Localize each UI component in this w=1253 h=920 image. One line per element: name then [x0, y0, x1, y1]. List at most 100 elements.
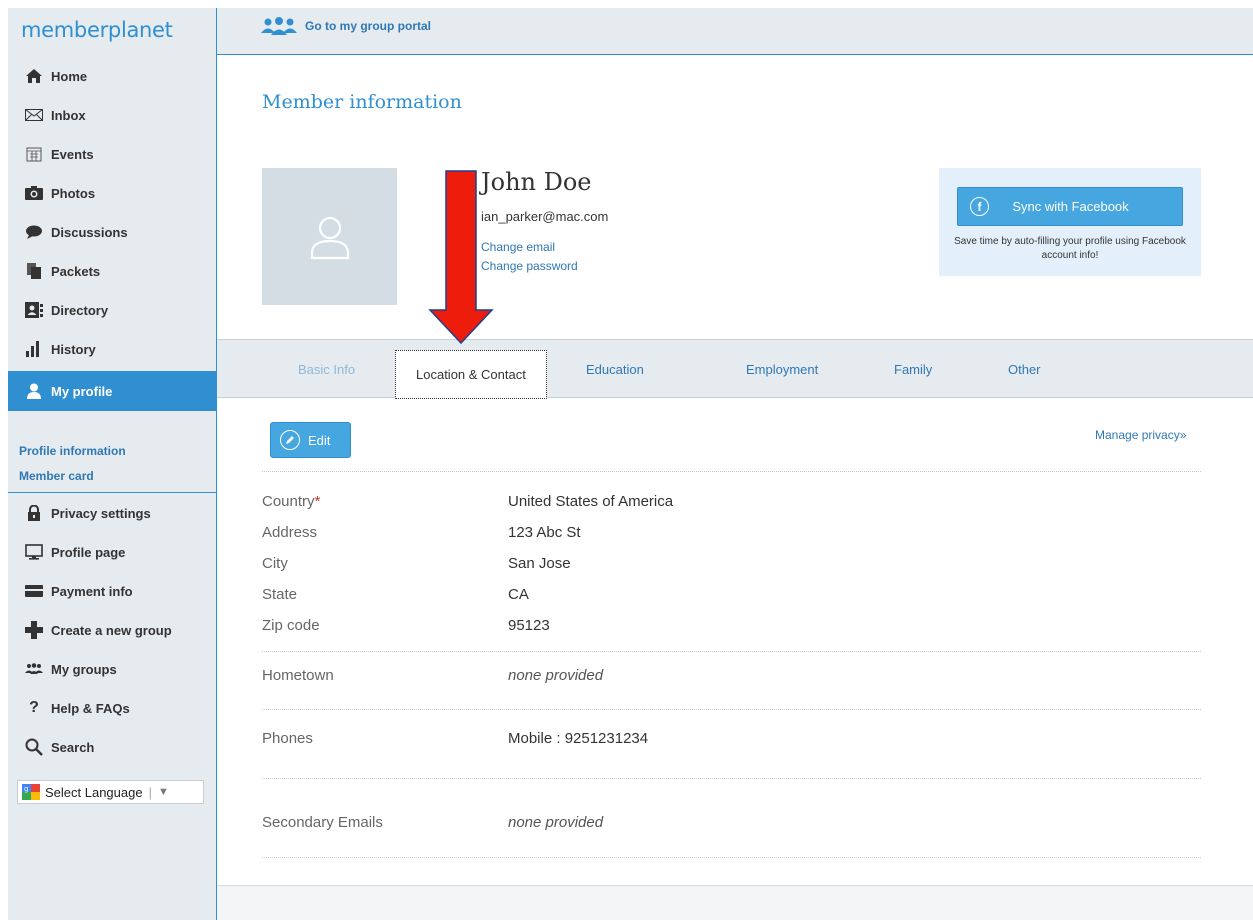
group-portal-link[interactable]: Go to my group portal — [261, 17, 431, 35]
search-icon — [23, 738, 45, 756]
sidebar-item-inbox[interactable]: Inbox — [8, 96, 216, 134]
sidebar-item-payment-info[interactable]: Payment info — [8, 572, 216, 610]
phones-value: Mobile : 9251231234 — [508, 730, 649, 747]
contact-card-icon — [23, 301, 45, 319]
sidebar-item-label: Photos — [51, 185, 96, 201]
divider — [262, 778, 1201, 779]
phones-label: Phones — [262, 730, 313, 747]
profile-sub-links: Profile information Member card — [19, 439, 126, 489]
tab-family[interactable]: Family — [894, 362, 932, 377]
sidebar-item-label: Create a new group — [51, 622, 172, 638]
monitor-icon — [23, 543, 45, 561]
user-email: ian_parker@mac.com — [481, 209, 609, 224]
sidebar-item-label: Profile page — [51, 544, 126, 560]
page-title: Member information — [262, 91, 462, 113]
state-label: State — [262, 586, 298, 603]
manage-privacy-link[interactable]: Manage privacy» — [1095, 428, 1186, 442]
sidebar-item-label: History — [51, 341, 96, 357]
language-separator: | — [148, 784, 152, 800]
tab-employment[interactable]: Employment — [746, 362, 818, 377]
facebook-sync-panel: f Sync with Facebook Save time by auto-f… — [939, 168, 1201, 276]
city-label: City — [262, 555, 288, 572]
edit-button[interactable]: Edit — [270, 422, 351, 458]
facebook-sync-note: Save time by auto-filling your profile u… — [954, 236, 1186, 261]
required-marker: * — [314, 493, 321, 510]
credit-card-icon — [23, 582, 45, 600]
address-label: Address — [262, 524, 318, 541]
sidebar-item-discussions[interactable]: Discussions — [8, 213, 216, 251]
tab-location-contact[interactable]: Location & Contact — [395, 350, 547, 399]
secondary-emails-label: Secondary Emails — [262, 814, 383, 831]
sidebar-item-help-faqs[interactable]: ? Help & FAQs — [8, 689, 216, 727]
sidebar-item-directory[interactable]: Directory — [8, 291, 216, 329]
facebook-icon: f — [970, 197, 989, 216]
sidebar-item-label: Events — [51, 146, 94, 162]
chevron-down-icon: ▼ — [157, 786, 169, 798]
edit-label: Edit — [308, 432, 331, 448]
footer-bar — [217, 885, 1253, 920]
state-value: CA — [508, 586, 529, 603]
sidebar-item-label: My groups — [51, 661, 117, 677]
group-portal-label: Go to my group portal — [305, 19, 431, 33]
sidebar-item-events[interactable]: Events — [8, 135, 216, 173]
sidebar-item-home[interactable]: Home — [8, 57, 216, 95]
sidebar-item-search[interactable]: Search — [8, 728, 216, 766]
top-bar: Go to my group portal — [217, 8, 1253, 55]
change-password-link[interactable]: Change password — [481, 259, 578, 273]
sidebar-item-label: Privacy settings — [51, 505, 151, 521]
divider — [262, 709, 1201, 710]
sidebar-item-photos[interactable]: Photos — [8, 174, 216, 212]
sidebar-item-label: Search — [51, 739, 95, 755]
profile-information-link[interactable]: Profile information — [19, 439, 126, 464]
country-value: United States of America — [508, 493, 674, 510]
home-icon — [23, 67, 45, 85]
sidebar-item-label: Discussions — [51, 224, 128, 240]
bar-chart-icon — [23, 340, 45, 358]
sidebar-divider — [8, 492, 217, 493]
divider — [262, 471, 1201, 472]
hometown-label: Hometown — [262, 667, 334, 684]
sidebar-item-label: My profile — [51, 383, 113, 399]
sync-with-facebook-button[interactable]: f Sync with Facebook — [957, 187, 1183, 226]
profile-tabs: Basic Info Location & Contact Education … — [217, 339, 1253, 399]
group-icon — [23, 660, 45, 678]
avatar[interactable] — [262, 168, 397, 305]
speech-bubble-icon — [23, 223, 45, 241]
google-translate-icon: g — [22, 784, 40, 800]
address-value: 123 Abc St — [508, 524, 581, 541]
sidebar-item-profile-page[interactable]: Profile page — [8, 533, 216, 571]
camera-icon — [23, 184, 45, 202]
plus-icon — [23, 621, 45, 639]
group-icon — [261, 17, 297, 35]
sidebar-item-my-groups[interactable]: My groups — [8, 650, 216, 688]
sidebar-item-label: Home — [51, 68, 88, 84]
sync-button-label: Sync with Facebook — [1012, 199, 1129, 214]
language-label: Select Language — [45, 784, 143, 800]
sidebar-item-create-new-group[interactable]: Create a new group — [8, 611, 216, 649]
lock-icon — [23, 504, 45, 522]
sidebar-item-my-profile[interactable]: My profile — [8, 371, 216, 411]
sidebar-item-packets[interactable]: Packets — [8, 252, 216, 290]
sidebar-item-label: Directory — [51, 302, 109, 318]
language-selector[interactable]: g Select Language | ▼ — [17, 780, 204, 804]
member-card-link[interactable]: Member card — [19, 464, 126, 489]
secondary-emails-value: none provided — [508, 814, 604, 831]
tab-education[interactable]: Education — [586, 362, 644, 377]
sidebar-item-history[interactable]: History — [8, 330, 216, 368]
tab-basic-info[interactable]: Basic Info — [298, 362, 355, 377]
hometown-value: none provided — [508, 667, 604, 684]
sidebar-item-privacy-settings[interactable]: Privacy settings — [8, 494, 216, 532]
memberplanet-logo[interactable]: memberplanet — [21, 18, 173, 42]
app-window: memberplanet Home Inbox Events Photos Di… — [0, 0, 1253, 920]
tab-other[interactable]: Other — [1008, 362, 1041, 377]
user-name: John Doe — [481, 168, 592, 196]
zip-code-value: 95123 — [508, 617, 550, 634]
red-arrow-annotation — [428, 170, 494, 345]
documents-icon — [23, 262, 45, 280]
sidebar-item-label: Help & FAQs — [51, 700, 130, 716]
sidebar-item-label: Payment info — [51, 583, 133, 599]
divider — [262, 651, 1201, 652]
person-icon — [310, 216, 349, 259]
calendar-icon — [23, 145, 45, 163]
sidebar-item-label: Packets — [51, 263, 101, 279]
